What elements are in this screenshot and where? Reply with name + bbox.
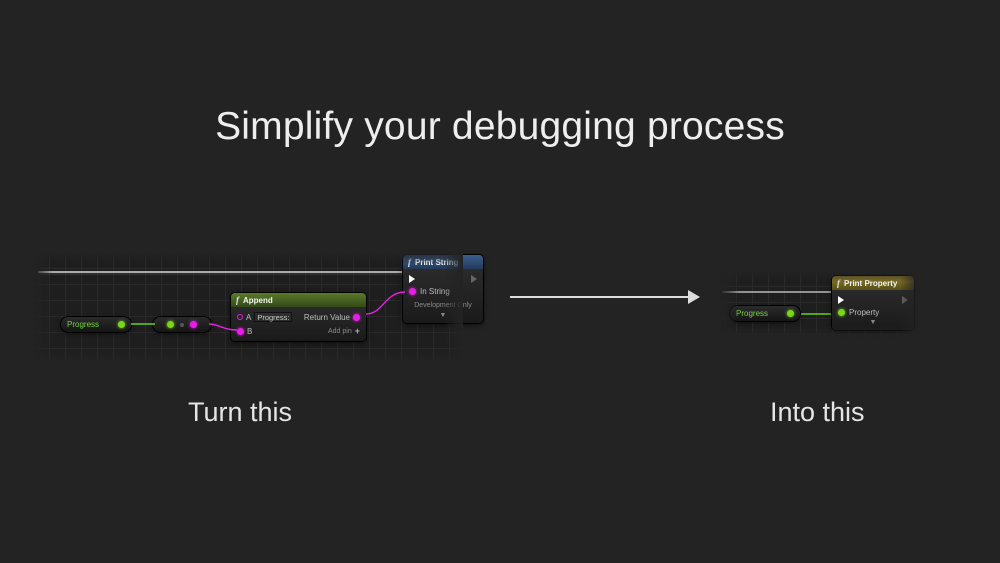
pin-label: Property xyxy=(849,308,879,317)
pin-property[interactable] xyxy=(838,309,845,316)
add-pin-button[interactable]: + xyxy=(355,326,360,336)
expand-node-icon[interactable]: ▼ xyxy=(870,319,877,326)
caption-after: Into this xyxy=(770,397,865,428)
add-pin-label: Add pin xyxy=(328,328,352,335)
transform-arrow xyxy=(510,290,700,304)
pin-var-out[interactable] xyxy=(118,321,125,328)
pin-a-label: A xyxy=(246,313,251,322)
conv-indicator xyxy=(180,323,184,327)
conv-out-pin[interactable] xyxy=(190,321,197,328)
pin-in-string[interactable] xyxy=(409,288,416,295)
after-graph-canvas: f Print Property Property ▼ Progress xyxy=(720,270,920,338)
pin-b[interactable] xyxy=(237,328,244,335)
conv-in-pin[interactable] xyxy=(167,321,174,328)
arrow-head-icon xyxy=(688,290,700,304)
function-icon: f xyxy=(236,295,239,305)
pin-return-label: Return Value xyxy=(304,313,350,322)
before-graph-canvas: f Print String In String Development Onl… xyxy=(33,252,463,362)
node-title: Append xyxy=(243,296,273,305)
headline: Simplify your debugging process xyxy=(0,105,1000,149)
node-header: f Append xyxy=(231,293,366,307)
pin-a-default-input[interactable]: Progress: xyxy=(254,312,292,322)
node-append[interactable]: f Append A Progress: Return Value xyxy=(231,293,366,341)
pin-b-label: B xyxy=(247,327,252,336)
pin-var-out[interactable] xyxy=(787,310,794,317)
node-conversion[interactable] xyxy=(153,317,211,332)
pin-return-value[interactable] xyxy=(353,314,360,321)
exec-in-pin[interactable] xyxy=(838,296,844,304)
node-get-progress[interactable]: Progress xyxy=(61,317,131,332)
exec-in-pin[interactable] xyxy=(409,275,415,283)
pin-a[interactable] xyxy=(237,314,243,320)
variable-name: Progress xyxy=(736,309,768,318)
exec-out-pin[interactable] xyxy=(471,275,477,283)
caption-before: Turn this xyxy=(188,397,292,428)
node-get-progress[interactable]: Progress xyxy=(730,306,800,321)
variable-name: Progress xyxy=(67,320,99,329)
